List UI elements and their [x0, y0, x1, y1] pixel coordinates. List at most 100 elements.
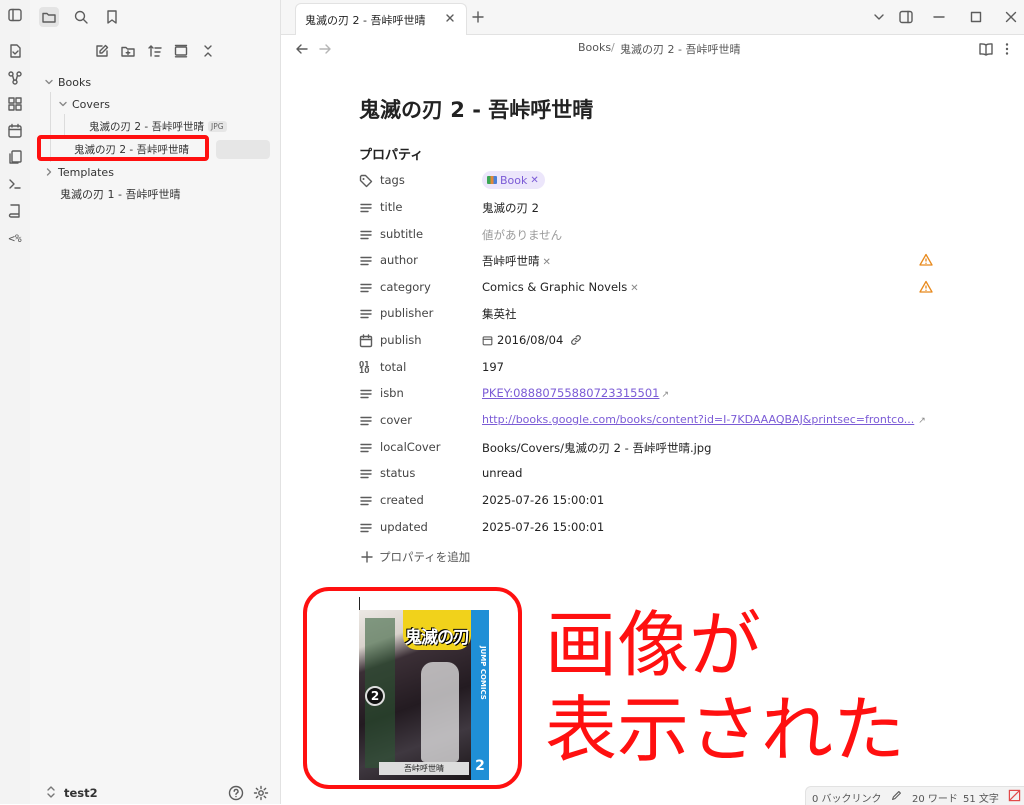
- window-close-icon[interactable]: [1004, 10, 1018, 24]
- pencil-icon[interactable]: [891, 790, 902, 801]
- external-link-icon[interactable]: ↗: [661, 390, 669, 400]
- book-icon[interactable]: [6, 202, 24, 220]
- new-tab-plus-icon[interactable]: [471, 10, 485, 24]
- property-value[interactable]: 吾峠呼世晴 ✕: [482, 253, 551, 269]
- bookmarks-tab-icon[interactable]: [102, 7, 122, 27]
- link-chain-icon[interactable]: [570, 334, 582, 346]
- new-note-icon[interactable]: [92, 41, 112, 61]
- cover-url-link[interactable]: http://books.google.com/books/content?id…: [482, 413, 914, 426]
- property-name: author: [380, 253, 418, 267]
- left-ribbon: <%: [0, 0, 31, 804]
- warning-icon[interactable]: [919, 280, 933, 294]
- tab-title: 鬼滅の刃 2 - 吾峠呼世晴: [305, 14, 426, 27]
- property-row-tags[interactable]: tags Book ✕: [359, 168, 939, 194]
- vault-name[interactable]: test2: [64, 786, 98, 800]
- open-quick-switcher-icon[interactable]: [6, 42, 24, 60]
- property-value-empty[interactable]: 値がありません: [482, 227, 562, 243]
- property-row-publisher[interactable]: publisher 集英社: [359, 301, 939, 327]
- text-lines-icon: [360, 443, 372, 453]
- property-value[interactable]: 鬼滅の刃 2: [482, 200, 539, 216]
- property-value[interactable]: 集英社: [482, 306, 517, 322]
- property-value[interactable]: 2025-07-26 15:00:01: [482, 520, 604, 534]
- files-tab-folder-icon[interactable]: [39, 7, 59, 27]
- tab-active-note[interactable]: 鬼滅の刃 2 - 吾峠呼世晴: [295, 3, 467, 35]
- property-value[interactable]: 2025-07-26 15:00:01: [482, 493, 604, 507]
- property-row-localcover[interactable]: localCover Books/Covers/鬼滅の刃 2 - 吾峠呼世晴.j…: [359, 435, 939, 461]
- tab-close-icon[interactable]: [444, 12, 456, 24]
- property-row-status[interactable]: status unread: [359, 461, 939, 487]
- date-picker-icon[interactable]: [482, 335, 493, 346]
- isbn-link[interactable]: PKEY:08880755880723315501: [482, 386, 659, 400]
- property-row-subtitle[interactable]: subtitle 値がありません: [359, 222, 939, 248]
- backlinks-count[interactable]: 0 バックリンク: [812, 790, 882, 805]
- property-row-total[interactable]: 01 10 total 197: [359, 355, 939, 381]
- warning-icon[interactable]: [919, 253, 933, 267]
- property-row-created[interactable]: created 2025-07-26 15:00:01: [359, 488, 939, 514]
- property-name: tags: [380, 173, 405, 187]
- remove-item-icon[interactable]: ✕: [630, 283, 638, 294]
- file-cover-image[interactable]: 鬼滅の刃 2 - 吾峠呼世晴 JPG: [89, 116, 227, 136]
- settings-gear-icon[interactable]: [253, 785, 269, 801]
- tab-bar: 鬼滅の刃 2 - 吾峠呼世晴: [281, 0, 1024, 35]
- templater-icon[interactable]: <%: [6, 229, 24, 247]
- property-name: publisher: [380, 306, 434, 320]
- new-folder-icon[interactable]: [118, 41, 138, 61]
- folder-templates[interactable]: Templates: [44, 162, 114, 182]
- chevron-right-icon: [46, 168, 52, 176]
- property-value[interactable]: Books/Covers/鬼滅の刃 2 - 吾峠呼世晴.jpg: [482, 440, 711, 456]
- property-value[interactable]: 197: [482, 360, 504, 374]
- note-title[interactable]: 鬼滅の刃 2 - 吾峠呼世晴: [359, 94, 593, 124]
- sidebar-toggle-icon[interactable]: [6, 6, 24, 24]
- plus-icon: [361, 551, 373, 563]
- right-sidebar-toggle-icon[interactable]: [898, 9, 914, 25]
- add-property-button[interactable]: プロパティを追加: [361, 549, 470, 565]
- collapse-all-icon[interactable]: [198, 41, 218, 61]
- breadcrumb-folder[interactable]: Books: [578, 41, 611, 54]
- property-row-cover[interactable]: cover http://books.google.com/books/cont…: [359, 408, 939, 434]
- external-link-icon[interactable]: ↗: [918, 416, 926, 426]
- property-name: title: [380, 200, 403, 214]
- property-value[interactable]: 2016/08/04: [482, 333, 582, 347]
- terminal-icon[interactable]: [6, 175, 24, 193]
- canvas-icon[interactable]: [6, 95, 24, 113]
- property-name: cover: [380, 413, 412, 427]
- property-row-category[interactable]: category Comics & Graphic Novels ✕: [359, 275, 939, 301]
- tag-remove-icon[interactable]: ✕: [530, 175, 538, 186]
- tab-list-chevron-icon[interactable]: [872, 10, 886, 24]
- properties-heading[interactable]: プロパティ: [359, 144, 423, 163]
- help-icon[interactable]: [228, 785, 244, 801]
- window-maximize-icon[interactable]: [969, 10, 983, 24]
- property-value[interactable]: http://books.google.com/books/content?id…: [482, 413, 926, 426]
- property-row-isbn[interactable]: isbn PKEY:08880755880723315501 ↗: [359, 381, 939, 407]
- search-tab-icon[interactable]: [71, 7, 91, 27]
- property-row-updated[interactable]: updated 2025-07-26 15:00:01: [359, 515, 939, 541]
- property-row-publish[interactable]: publish 2016/08/04: [359, 328, 939, 354]
- sort-order-icon[interactable]: [145, 41, 165, 61]
- property-value[interactable]: unread: [482, 466, 522, 480]
- property-value[interactable]: Comics & Graphic Novels ✕: [482, 280, 639, 294]
- chevron-down-icon: [59, 101, 67, 107]
- graph-view-icon[interactable]: [6, 69, 24, 87]
- property-value[interactable]: PKEY:08880755880723315501 ↗: [482, 386, 669, 400]
- nav-back-arrow-icon[interactable]: [295, 42, 309, 56]
- text-lines-icon: [360, 496, 372, 506]
- nav-forward-arrow-icon[interactable]: [318, 42, 332, 56]
- reading-view-book-icon[interactable]: [978, 41, 994, 57]
- property-name: publish: [380, 333, 422, 347]
- property-name: subtitle: [380, 227, 424, 241]
- templates-icon[interactable]: [6, 148, 24, 166]
- remove-item-icon[interactable]: ✕: [543, 257, 551, 268]
- auto-reveal-icon[interactable]: [171, 41, 191, 61]
- calendar-icon[interactable]: [6, 122, 24, 140]
- vault-switcher-icon[interactable]: [44, 784, 60, 800]
- property-row-author[interactable]: author 吾峠呼世晴 ✕: [359, 248, 939, 274]
- folder-covers[interactable]: Covers: [58, 94, 110, 114]
- tag-pill[interactable]: Book ✕: [482, 171, 545, 189]
- property-row-title[interactable]: title 鬼滅の刃 2: [359, 195, 939, 221]
- sync-error-icon[interactable]: [1008, 789, 1021, 802]
- more-options-icon[interactable]: [1003, 41, 1011, 57]
- file-note-1[interactable]: 鬼滅の刃 1 - 吾峠呼世晴: [60, 184, 180, 204]
- window-minimize-icon[interactable]: [932, 10, 946, 24]
- breadcrumb-file[interactable]: 鬼滅の刃 2 - 吾峠呼世晴: [620, 41, 740, 57]
- folder-books[interactable]: Books: [44, 72, 91, 92]
